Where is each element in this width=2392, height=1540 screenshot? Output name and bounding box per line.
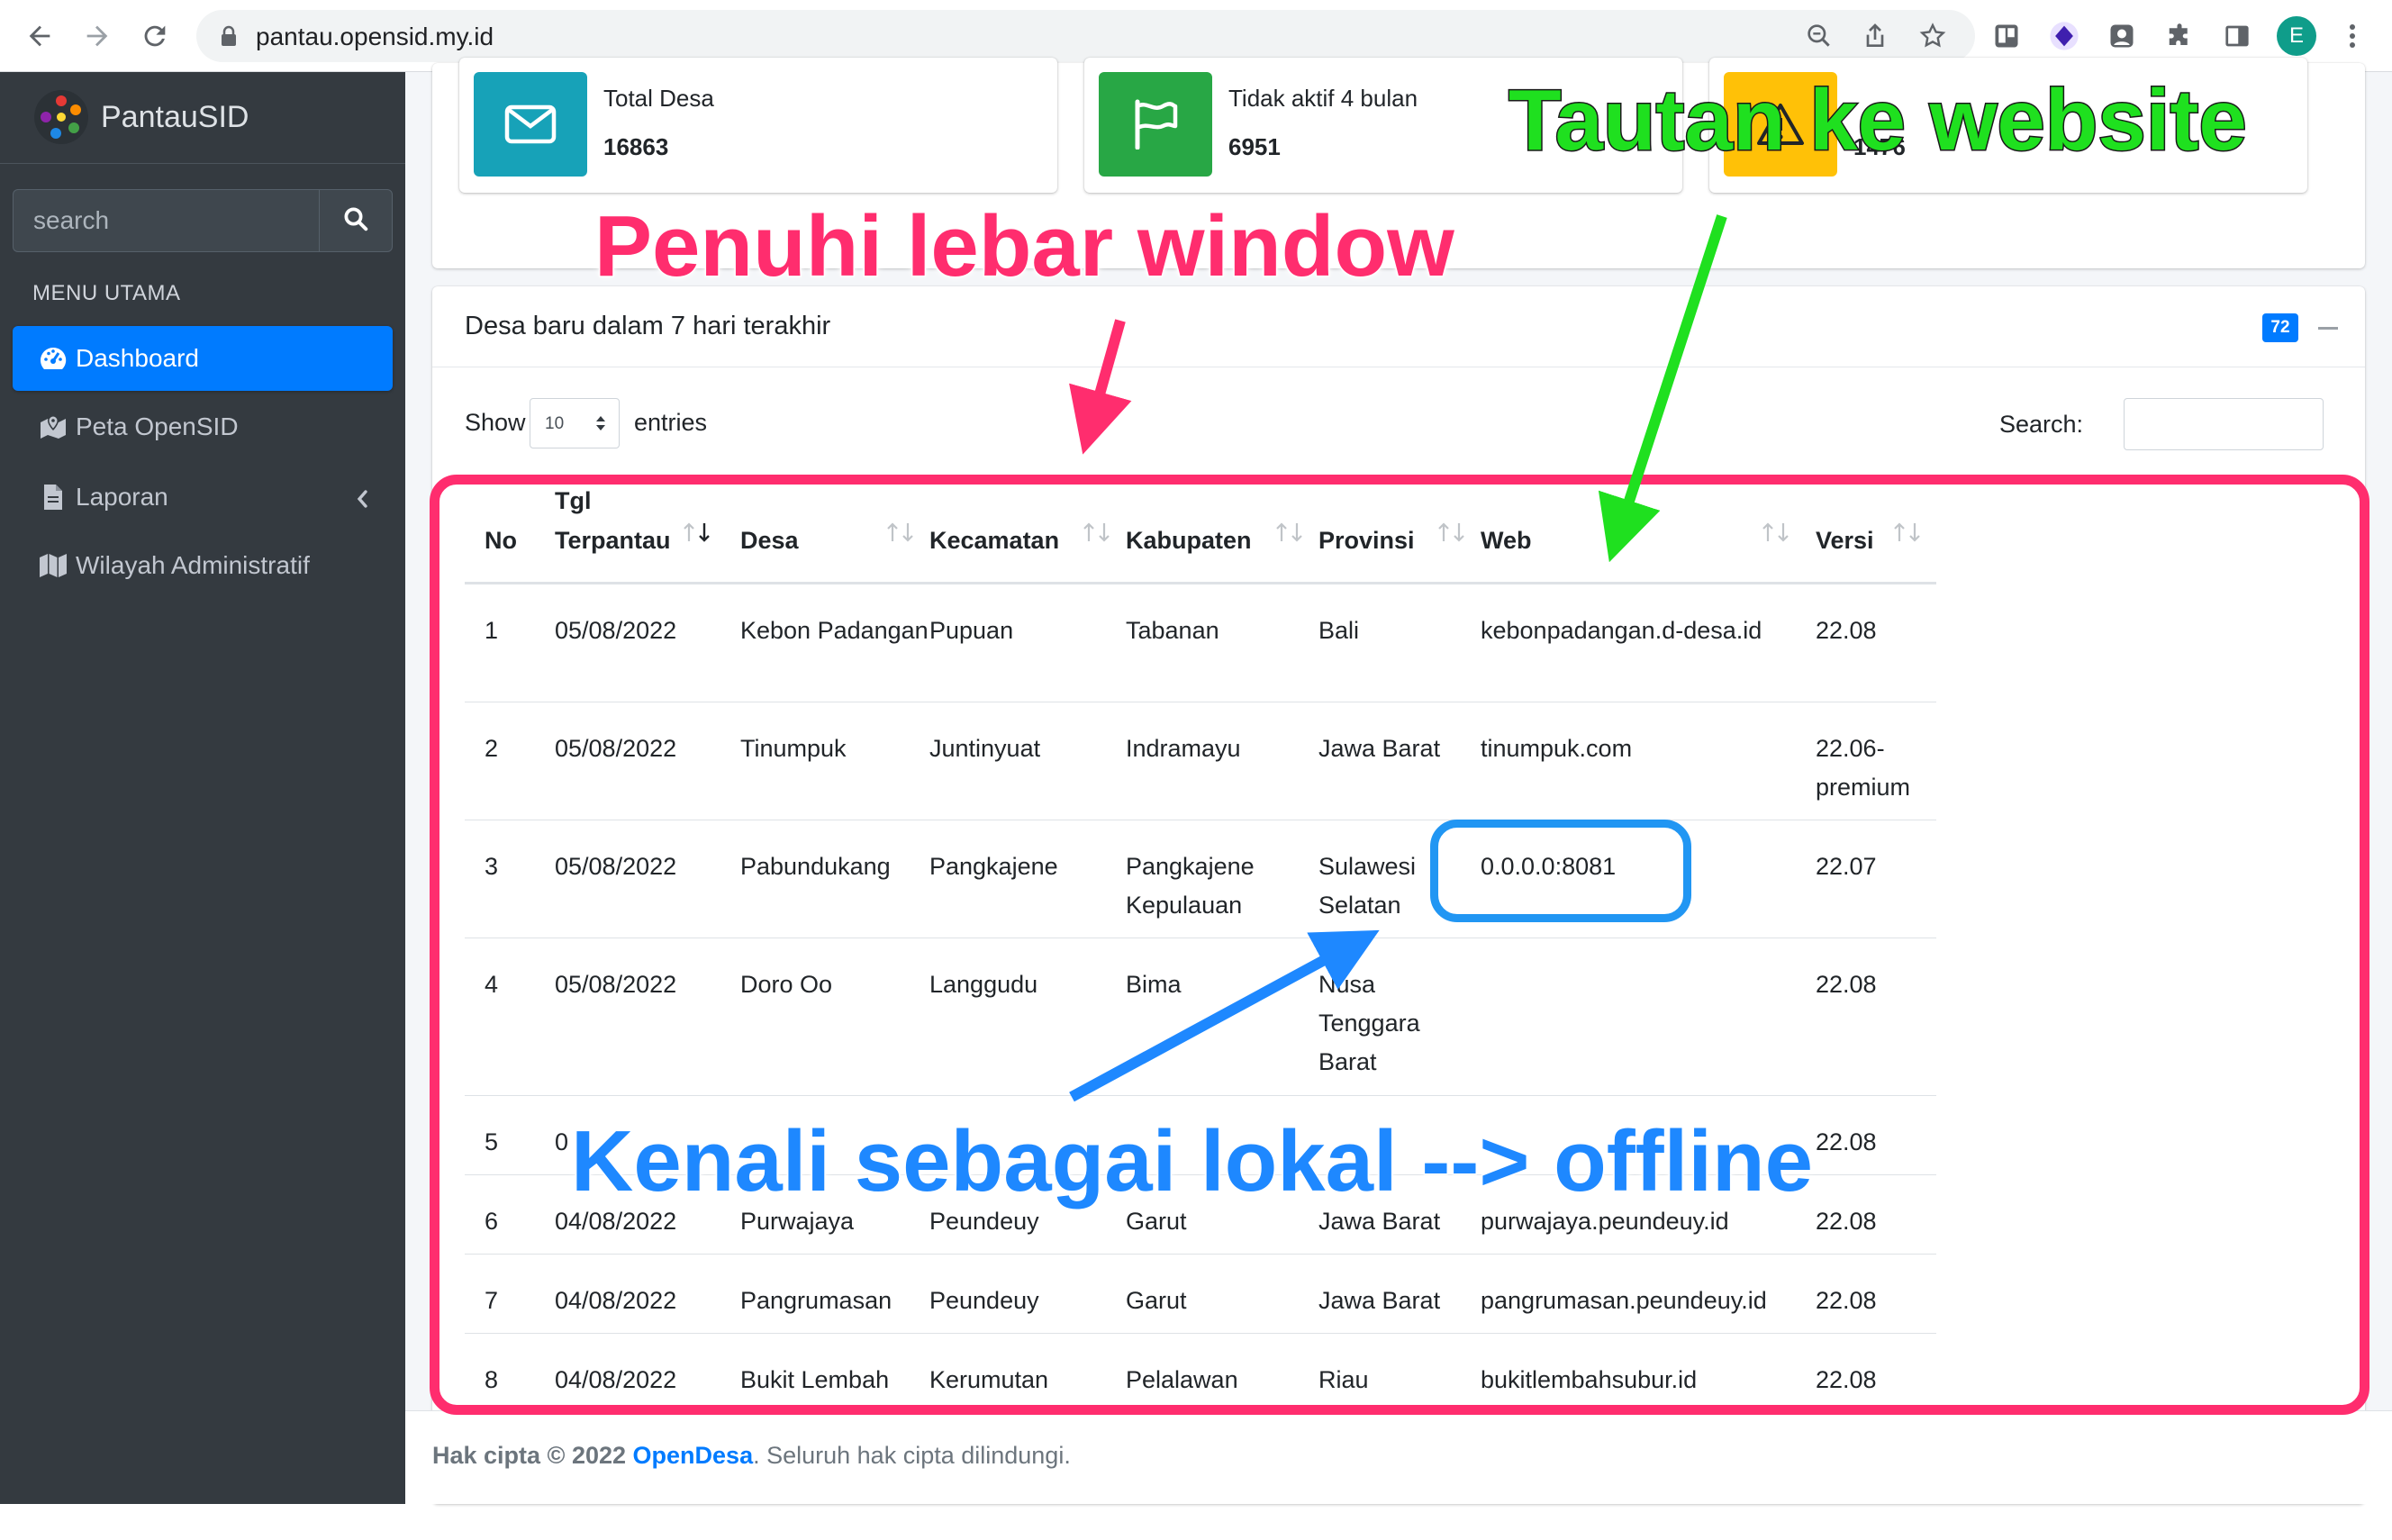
collapse-minus-icon[interactable] [2318, 327, 2338, 330]
map-icon [38, 550, 68, 581]
sidebar-search-button[interactable] [319, 189, 393, 252]
brand-name: PantauSID [101, 100, 249, 134]
profile-avatar[interactable]: E [2277, 16, 2316, 56]
sidebar-item-label: Laporan [76, 483, 168, 511]
sidebar-item-laporan[interactable]: Laporan [13, 465, 393, 530]
card-title: Desa baru dalam 7 hari terakhir [465, 312, 831, 340]
tachometer-icon [38, 343, 68, 374]
stat-total-desa: Total Desa 16863 [459, 58, 1057, 193]
brand-link[interactable]: PantauSID [0, 72, 405, 164]
back-icon[interactable] [18, 14, 61, 58]
stat-label: Tidak aktif 4 bulan [1228, 85, 1418, 112]
zoom-icon[interactable] [1805, 22, 1834, 50]
footer-text: Hak cipta © 2022 OpenDesa. Seluruh hak c… [432, 1442, 1071, 1470]
extension-profile-icon[interactable] [2104, 18, 2140, 54]
envelope-icon [474, 72, 587, 177]
sidebar-item-peta-opensid[interactable]: Peta OpenSID [13, 394, 393, 459]
search-icon [342, 205, 369, 237]
count-badge: 72 [2262, 313, 2298, 342]
share-icon[interactable] [1861, 22, 1889, 50]
footer-suffix: . Seluruh hak cipta dilindungi. [753, 1442, 1071, 1469]
stat-value: 6951 [1228, 133, 1281, 160]
page-footer: Hak cipta © 2022 OpenDesa. Seluruh hak c… [405, 1410, 2392, 1504]
forward-icon[interactable] [76, 14, 119, 58]
lock-icon [220, 25, 238, 51]
url-text: pantau.opensid.my.id [256, 23, 494, 50]
datatable-controls: Show 10 entries Search: [465, 398, 2334, 452]
stat-label: Total Desa [603, 85, 714, 112]
side-panel-icon[interactable] [2219, 18, 2255, 54]
sidebar-item-wilayah-administratif[interactable]: Wilayah Administratif [13, 533, 393, 598]
opendesa-logo-icon [32, 88, 90, 146]
sidebar-search-input[interactable]: search [13, 189, 319, 252]
entries-length-value: 10 [545, 414, 565, 433]
sidebar-search: search [13, 189, 393, 252]
sidebar-item-label: Peta OpenSID [76, 412, 239, 440]
kebab-menu-icon[interactable] [2334, 18, 2370, 54]
show-label: Show [465, 409, 526, 436]
extensions-puzzle-icon[interactable] [2161, 18, 2197, 54]
extension-cube-icon[interactable] [2046, 18, 2082, 54]
file-icon [38, 482, 68, 512]
trello-extension-icon[interactable] [1989, 18, 2025, 54]
select-caret-icon [595, 412, 606, 439]
annotation-local-offline: Kenali sebagai lokal --> offline [569, 1113, 1814, 1209]
search-label: Search: [1999, 411, 2084, 438]
sidebar-item-label: Wilayah Administratif [76, 551, 310, 579]
chevron-left-icon [355, 486, 369, 515]
footer-opendesa-link[interactable]: OpenDesa [633, 1442, 754, 1469]
bookmark-star-icon[interactable] [1918, 22, 1947, 50]
footer-copyright: Hak cipta © 2022 [432, 1442, 627, 1469]
table-highlight-box [430, 475, 2369, 1415]
sidebar-item-label: Dashboard [76, 344, 199, 372]
reload-icon[interactable] [133, 14, 177, 58]
address-bar[interactable]: pantau.opensid.my.id [196, 10, 1975, 62]
sidebar: PantauSID search MENU UTAMA Dashboard Pe… [0, 72, 405, 1504]
annotation-fill-width: Penuhi lebar window [593, 198, 1456, 294]
stat-value: 16863 [603, 133, 669, 160]
menu-header: MENU UTAMA [32, 281, 181, 305]
map-marker-icon [38, 412, 68, 442]
table-search-input[interactable] [2124, 398, 2324, 450]
local-address-highlight [1430, 820, 1691, 922]
card-header: Desa baru dalam 7 hari terakhir 72 [432, 286, 2365, 367]
entries-length-select[interactable]: 10 [530, 398, 620, 448]
sidebar-item-dashboard[interactable]: Dashboard [13, 326, 393, 391]
flag-icon [1099, 72, 1212, 177]
entries-label: entries [634, 409, 708, 436]
annotation-link-website: Tautan ke website [1508, 72, 2249, 168]
